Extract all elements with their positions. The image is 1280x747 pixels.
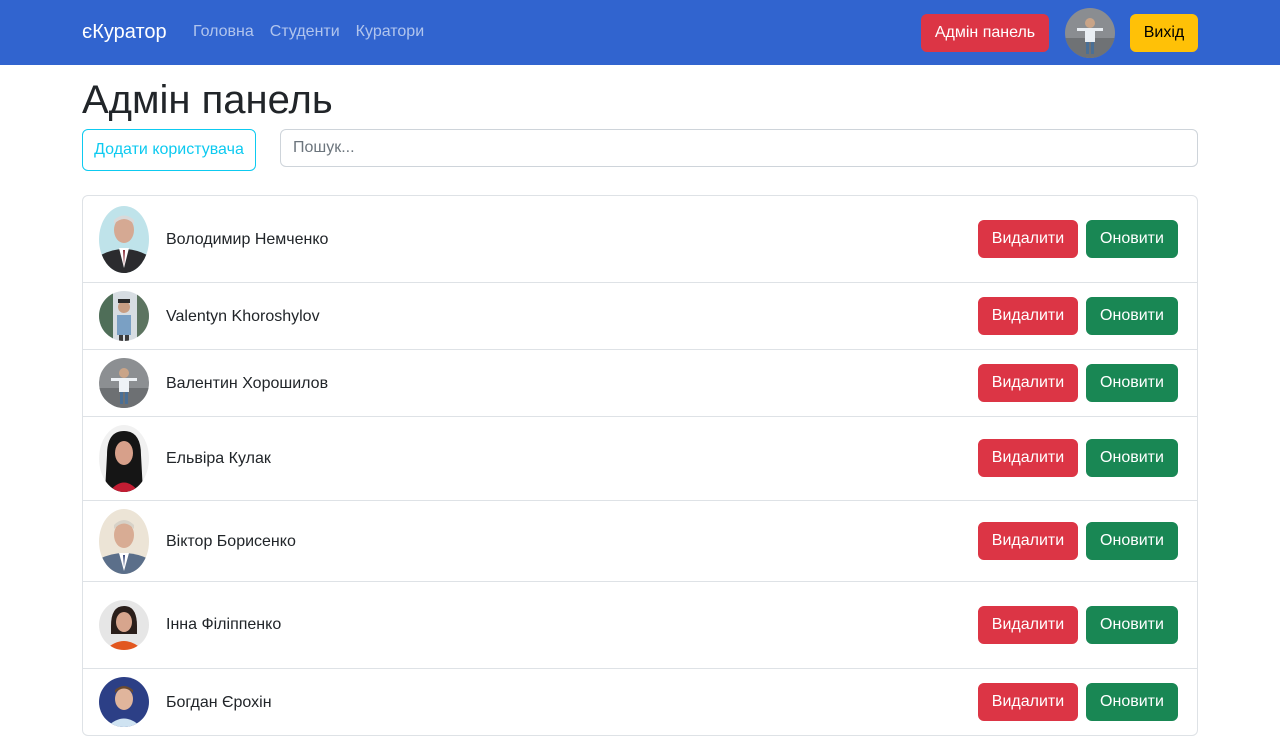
- search-input[interactable]: [280, 129, 1198, 167]
- delete-button[interactable]: Видалити: [978, 606, 1078, 644]
- user-list: Володимир Немченко Видалити Оновити Vale…: [82, 195, 1198, 736]
- list-item: Володимир Немченко Видалити Оновити: [83, 196, 1197, 283]
- delete-button[interactable]: Видалити: [978, 220, 1078, 258]
- update-button[interactable]: Оновити: [1086, 220, 1178, 258]
- update-button[interactable]: Оновити: [1086, 297, 1178, 335]
- user-name: Valentyn Khoroshylov: [166, 308, 320, 325]
- user-avatar: [99, 425, 149, 492]
- user-avatar: [99, 358, 149, 408]
- nav-link-curators[interactable]: Куратори: [356, 22, 424, 42]
- user-name: Володимир Немченко: [166, 231, 329, 248]
- update-button[interactable]: Оновити: [1086, 522, 1178, 560]
- user-name: Валентин Хорошилов: [166, 375, 329, 392]
- nav-link-home[interactable]: Головна: [193, 22, 254, 42]
- delete-button[interactable]: Видалити: [978, 364, 1078, 402]
- user-avatar: [99, 291, 149, 341]
- brand-logo[interactable]: єКуратор: [82, 20, 167, 44]
- user-avatar: [99, 677, 149, 727]
- nav-links: Головна Студенти Куратори: [193, 22, 424, 42]
- list-item: Віктор Борисенко Видалити Оновити: [83, 501, 1197, 582]
- admin-panel-button[interactable]: Адмін панель: [921, 14, 1049, 52]
- list-item: Ельвіра Кулак Видалити Оновити: [83, 417, 1197, 501]
- user-name: Інна Філіппенко: [166, 616, 282, 633]
- user-avatar: [99, 600, 149, 650]
- user-name: Богдан Єрохін: [166, 694, 272, 711]
- delete-button[interactable]: Видалити: [978, 522, 1078, 560]
- update-button[interactable]: Оновити: [1086, 606, 1178, 644]
- user-name: Ельвіра Кулак: [166, 450, 271, 467]
- delete-button[interactable]: Видалити: [978, 297, 1078, 335]
- user-avatar: [99, 206, 149, 273]
- page-title: Адмін панель: [82, 78, 333, 122]
- list-item: Богдан Єрохін Видалити Оновити: [83, 669, 1197, 735]
- list-item: Валентин Хорошилов Видалити Оновити: [83, 350, 1197, 417]
- logout-button[interactable]: Вихід: [1130, 14, 1198, 52]
- navbar: єКуратор Головна Студенти Куратори Адмін…: [0, 0, 1280, 65]
- update-button[interactable]: Оновити: [1086, 439, 1178, 477]
- list-item: Valentyn Khoroshylov Видалити Оновити: [83, 283, 1197, 350]
- user-avatar: [99, 509, 149, 574]
- user-name: Віктор Борисенко: [166, 533, 296, 550]
- list-item: Інна Філіппенко Видалити Оновити: [83, 582, 1197, 669]
- delete-button[interactable]: Видалити: [978, 683, 1078, 721]
- update-button[interactable]: Оновити: [1086, 364, 1178, 402]
- add-user-button[interactable]: Додати користувача: [82, 129, 256, 171]
- delete-button[interactable]: Видалити: [978, 439, 1078, 477]
- profile-avatar[interactable]: [1065, 8, 1115, 58]
- nav-link-students[interactable]: Студенти: [270, 22, 340, 42]
- update-button[interactable]: Оновити: [1086, 683, 1178, 721]
